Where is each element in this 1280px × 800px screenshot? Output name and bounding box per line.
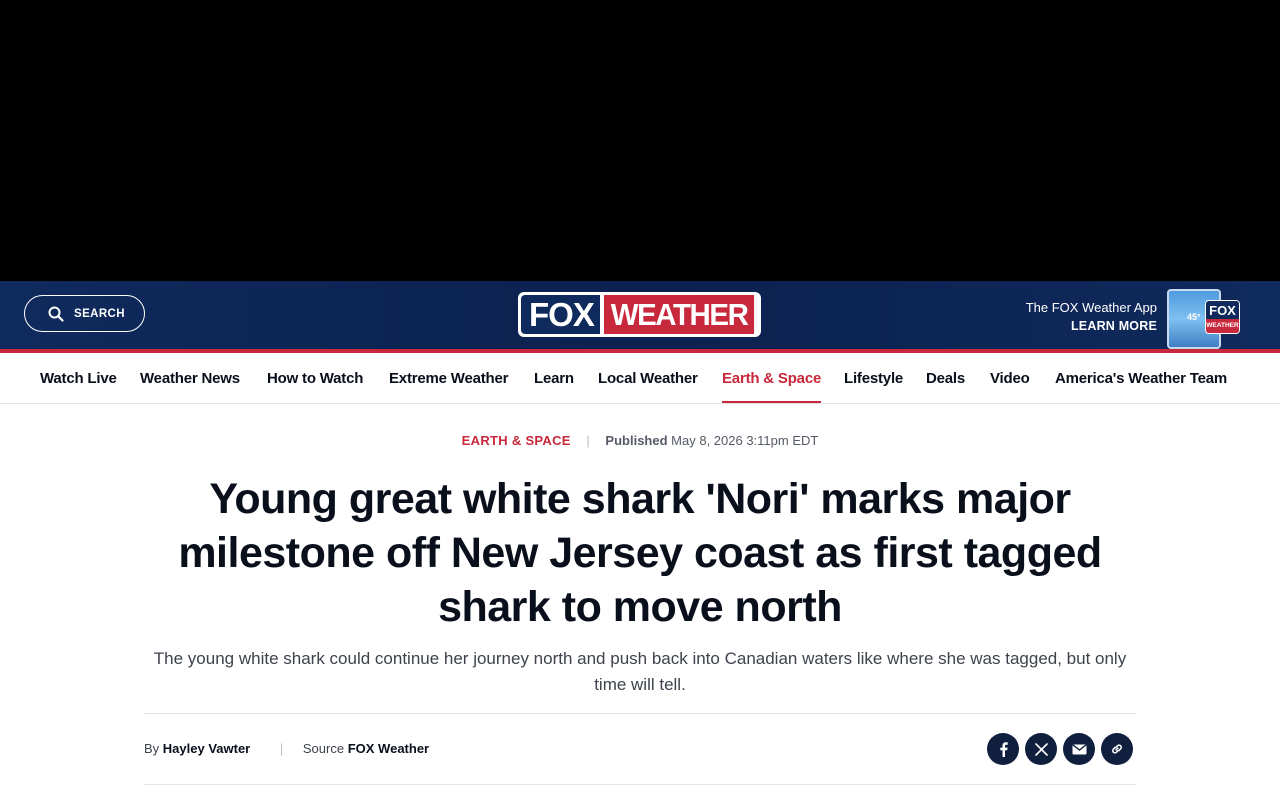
nav-item-video[interactable]: Video <box>990 370 1030 387</box>
app-badge-fox: FOX <box>1206 301 1239 319</box>
published-label: Published <box>605 433 668 448</box>
nav-item-extreme-weather[interactable]: Extreme Weather <box>389 370 508 387</box>
meta-divider: | <box>586 433 590 448</box>
published-date: May 8, 2026 3:11pm EDT <box>671 433 819 448</box>
site-header: SEARCH FOX WEATHER The FOX Weather App L… <box>0 281 1280 349</box>
article-dek: The young white shark could continue her… <box>153 649 1127 694</box>
nav-item-how-to-watch[interactable]: How to Watch <box>267 370 363 387</box>
nav-item-local-weather[interactable]: Local Weather <box>598 370 698 387</box>
search-label: SEARCH <box>74 307 125 320</box>
nav-item-weather-news[interactable]: Weather News <box>140 370 240 387</box>
app-promo-learn-more[interactable]: LEARN MORE <box>1026 317 1157 335</box>
app-promo[interactable]: The FOX Weather App LEARN MORE <box>1026 299 1157 335</box>
ad-slot <box>0 0 1280 281</box>
article-category[interactable]: EARTH & SPACE <box>462 433 571 448</box>
app-icon-badge[interactable]: FOX WEATHER <box>1205 300 1240 334</box>
nav-item-lifestyle[interactable]: Lifestyle <box>844 370 903 387</box>
by-label: By <box>144 741 160 756</box>
facebook-icon <box>1000 742 1008 757</box>
article-meta: EARTH & SPACE | Published May 8, 2026 3:… <box>0 433 1280 448</box>
search-icon <box>48 306 64 322</box>
app-badge-weather: WEATHER <box>1206 318 1239 333</box>
nav-item-earth-space[interactable]: Earth & Space <box>722 370 821 387</box>
main-nav: Watch Live Weather News How to Watch Ext… <box>0 353 1280 404</box>
search-button[interactable]: SEARCH <box>24 295 145 332</box>
x-icon <box>1034 742 1048 756</box>
nav-item-americas-weather-team[interactable]: America's Weather Team <box>1055 370 1227 387</box>
nav-item-watch-live[interactable]: Watch Live <box>40 370 117 387</box>
share-copy-link-button[interactable] <box>1101 733 1133 765</box>
article-headline: Young great white shark 'Nori' marks maj… <box>178 475 1102 631</box>
share-facebook-button[interactable] <box>987 733 1019 765</box>
app-promo-line: The FOX Weather App <box>1025 300 1157 315</box>
nav-active-indicator <box>722 401 821 403</box>
byline-divider: | <box>279 741 284 756</box>
source-name: FOX Weather <box>347 741 430 756</box>
author-name[interactable]: Hayley Vawter <box>163 741 250 756</box>
byline-divider-bottom <box>144 784 1136 785</box>
fox-weather-logo[interactable]: FOX WEATHER <box>518 292 761 337</box>
app-thumb-temp: 45° <box>1187 312 1201 322</box>
nav-item-deals[interactable]: Deals <box>926 370 965 387</box>
share-email-button[interactable] <box>1063 733 1095 765</box>
source-label: Source <box>302 741 345 756</box>
logo-weather-text: WEATHER <box>603 295 755 334</box>
byline: By Hayley Vawter | Source FOX Weather <box>144 741 429 756</box>
link-icon <box>1112 744 1122 754</box>
byline-divider-top <box>144 713 1136 714</box>
share-x-button[interactable] <box>1025 733 1057 765</box>
email-icon <box>1071 743 1087 754</box>
nav-item-learn[interactable]: Learn <box>534 370 574 387</box>
logo-fox-text: FOX <box>521 295 600 334</box>
